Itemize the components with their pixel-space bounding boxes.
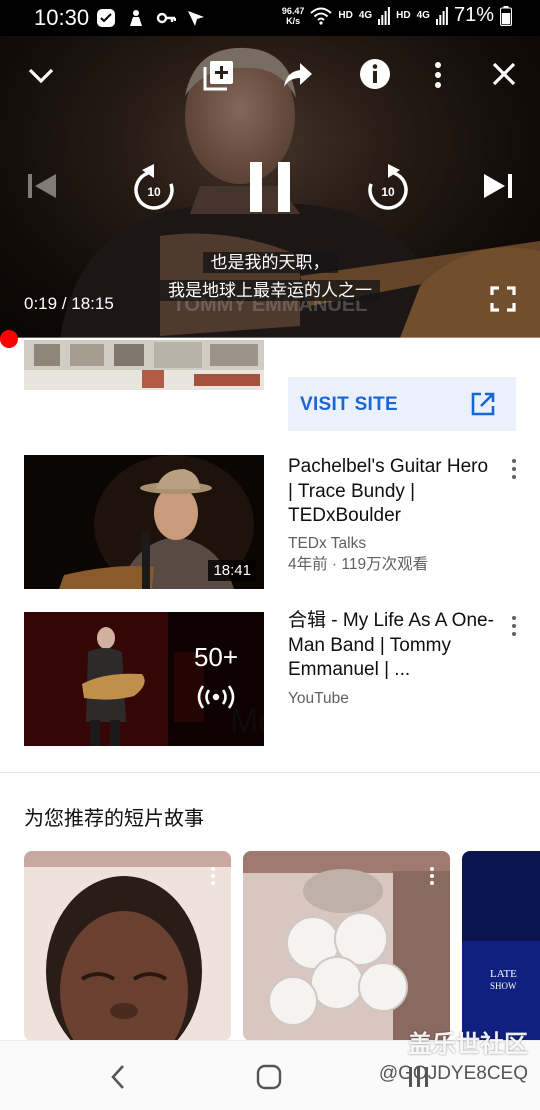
short-thumbnail: LATE SHOW (462, 851, 540, 1041)
building-image (24, 340, 264, 390)
replay-10-icon: 10 (134, 164, 174, 210)
visit-site-label: VISIT SITE (300, 394, 399, 415)
video-duration: 18:41 (208, 560, 256, 581)
current-time: 0:19 (24, 294, 58, 313)
broadcast-icon (197, 685, 235, 709)
location-arrow-icon (188, 11, 204, 26)
add-to-playlist-icon (203, 61, 233, 91)
playlist-count: 50+ (193, 642, 239, 672)
playlist-thumbnail[interactable]: Me 50+ (24, 612, 264, 746)
short-menu-button[interactable] (209, 867, 217, 888)
subtitle-text-1: 也是我的天职， (202, 252, 338, 273)
more-vert-icon (435, 62, 441, 88)
seek-bar-thumb[interactable] (0, 330, 19, 348)
section-divider (0, 772, 540, 773)
video-channel: TEDx Talks (288, 535, 367, 552)
close-player-button[interactable] (490, 60, 518, 88)
open-external-icon (471, 392, 495, 416)
app-notification-icon (97, 9, 115, 27)
playlist-channel: YouTube (288, 690, 349, 707)
time-separator: / (57, 294, 72, 313)
forward-seconds: 10 (381, 185, 395, 199)
video-thumbnail[interactable]: 18:41 (24, 455, 264, 589)
minimize-button[interactable] (26, 60, 56, 90)
share-icon (284, 63, 312, 87)
short-card[interactable]: LATE SHOW (462, 851, 540, 1041)
fullscreen-icon (490, 286, 516, 312)
playlist-menu-button[interactable] (508, 614, 520, 638)
rewind-10-button[interactable]: 10 (132, 164, 176, 212)
network-type-1: 4G (358, 10, 373, 21)
nav-home-button[interactable] (256, 1063, 282, 1096)
battery-icon (500, 5, 512, 26)
info-button[interactable] (359, 58, 391, 90)
previous-video-button[interactable] (26, 170, 58, 202)
pause-button[interactable] (248, 160, 292, 214)
hd-badge-1: HD (338, 10, 353, 21)
video-menu-button[interactable] (508, 457, 520, 481)
network-type-2: 4G (416, 10, 430, 21)
svg-text:LATE: LATE (490, 968, 517, 980)
forward-10-icon: 10 (368, 164, 408, 210)
mix-icon (196, 683, 236, 716)
forward-10-button[interactable]: 10 (366, 164, 410, 212)
recents-icon (409, 1067, 428, 1087)
subtitle-text-2: 我是地球上最幸运的人之一 (160, 280, 380, 301)
svg-text:SHOW: SHOW (490, 981, 517, 991)
subtitle-line-1: 也是我的天职， (0, 248, 540, 273)
pause-icon (250, 162, 290, 212)
time-readout: 0:19 / 18:15 (24, 294, 114, 314)
close-icon (492, 62, 516, 86)
status-bar: 10:30 96.47 K/s HD 4G HD 4G 71% (0, 0, 540, 36)
key-icon (156, 12, 176, 24)
wifi-icon (310, 7, 333, 25)
ad-thumbnail[interactable] (24, 340, 264, 390)
short-card[interactable] (243, 851, 450, 1041)
signal-icon-2 (435, 6, 448, 25)
status-time: 10:30 (34, 5, 90, 30)
rewind-seconds: 10 (147, 185, 161, 199)
video-title[interactable]: Pachelbel's Guitar Hero | Trace Bundy | … (288, 455, 498, 529)
net-speed-value: 96.47 (281, 5, 305, 16)
info-icon (360, 59, 390, 89)
visit-site-button[interactable]: VISIT SITE (288, 377, 516, 431)
short-card[interactable] (24, 851, 231, 1041)
playlist-title[interactable]: 合辑 - My Life As A One-Man Band | Tommy E… (288, 609, 498, 683)
share-button[interactable] (282, 60, 314, 90)
shorts-shelf-title: 为您推荐的短片故事 (24, 808, 204, 830)
home-icon (256, 1064, 282, 1090)
nav-recents-button[interactable] (405, 1063, 431, 1096)
net-speed-unit: K/s (286, 15, 301, 26)
back-icon (111, 1065, 124, 1089)
video-player[interactable]: TOMMY EMMANUEL 10 10 也是我的天职， 我是地球上最幸运的人之… (0, 36, 540, 338)
fullscreen-button[interactable] (490, 286, 516, 312)
skip-next-icon (484, 174, 512, 198)
total-duration: 18:15 (71, 294, 114, 313)
skip-previous-icon (28, 174, 56, 198)
signal-icon-1 (378, 6, 391, 25)
video-stats: 4年前 · 119万次观看 (288, 556, 429, 573)
short-menu-button[interactable] (428, 867, 436, 888)
notification-icons (96, 8, 206, 28)
add-to-playlist-button[interactable] (202, 58, 236, 92)
playlist-overlay: 50+ (168, 612, 264, 746)
network-speed: 96.47 K/s (282, 6, 305, 26)
system-nav-bar (0, 1040, 540, 1110)
next-video-button[interactable] (482, 170, 514, 202)
battery-percent: 71% (453, 4, 494, 26)
status-right: 96.47 K/s HD 4G HD 4G 71% (282, 4, 512, 27)
short-thumbnail (243, 851, 450, 1041)
person-icon (130, 10, 142, 26)
chevron-down-icon (28, 68, 54, 84)
more-options-button[interactable] (432, 60, 444, 90)
hd-badge-2: HD (396, 10, 411, 21)
short-thumbnail (24, 851, 231, 1041)
nav-back-button[interactable] (108, 1063, 128, 1096)
